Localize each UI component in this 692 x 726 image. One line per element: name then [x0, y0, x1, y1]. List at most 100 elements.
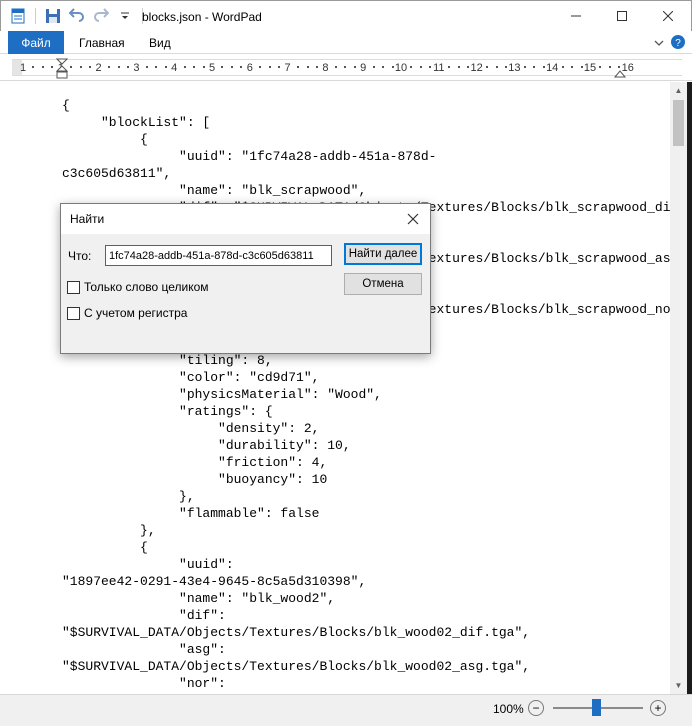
maximize-button[interactable] — [599, 1, 645, 31]
ruler-tick — [344, 66, 347, 68]
zoom-slider-thumb[interactable] — [592, 699, 601, 716]
ruler-tick — [580, 66, 583, 68]
ruler-number: 14 — [546, 62, 559, 74]
ruler-tick — [202, 66, 205, 68]
ruler-number: 10 — [394, 62, 408, 74]
ruler-tick — [297, 66, 300, 68]
ruler-tick — [51, 66, 54, 68]
minimize-button[interactable] — [553, 1, 599, 31]
ruler-tick — [164, 66, 167, 68]
ruler-tick — [382, 66, 385, 68]
ruler-tick — [448, 66, 451, 68]
ruler-tick — [457, 66, 460, 68]
checkbox-box[interactable] — [67, 306, 80, 320]
ruler-tick — [391, 66, 394, 68]
checkbox-box[interactable] — [67, 280, 80, 294]
ruler-tick — [372, 66, 375, 68]
ruler-number: 3 — [133, 62, 140, 74]
ruler-tick — [155, 66, 158, 68]
ruler-number: 1 — [19, 62, 27, 74]
cancel-button[interactable]: Отмена — [344, 273, 422, 295]
ruler-tick — [353, 66, 356, 68]
document-area[interactable]: { "blockList": [ { "uuid": "1fc74a28-add… — [8, 82, 670, 694]
vertical-scrollbar[interactable]: ▲ ▼ — [670, 82, 687, 694]
ruler-tick — [571, 66, 574, 68]
ruler-tick — [259, 66, 262, 68]
ruler-tick — [117, 66, 120, 68]
find-dialog: Найти Что: Найти далее Отмена Только сло… — [60, 203, 431, 354]
match-case-label: С учетом регистра — [84, 306, 188, 320]
zoom-level: 100% — [493, 702, 524, 716]
window-title: blocks.json - WordPad — [142, 10, 262, 24]
tab-home[interactable]: Главная — [79, 31, 125, 54]
help-icon[interactable]: ? — [670, 34, 686, 53]
ruler-area: 112345678910111213141516 — [0, 55, 692, 81]
scroll-up-icon[interactable]: ▲ — [670, 82, 687, 99]
ruler-tick — [315, 66, 318, 68]
redo-icon[interactable] — [92, 7, 110, 25]
ruler-number: 6 — [246, 62, 253, 74]
scroll-down-icon[interactable]: ▼ — [670, 677, 687, 694]
match-case-checkbox[interactable]: С учетом регистра — [67, 306, 187, 320]
ruler-tick — [41, 66, 44, 68]
document-text[interactable]: { "blockList": [ { "uuid": "1fc74a28-add… — [62, 97, 670, 692]
dialog-title: Найти — [70, 212, 105, 226]
ruler-tick — [32, 66, 35, 68]
ruler-tick — [221, 66, 224, 68]
quick-access-toolbar — [9, 7, 145, 25]
indent-marker-icon[interactable] — [56, 58, 68, 80]
status-bar: 100% − + — [0, 694, 692, 726]
window-controls — [553, 1, 691, 31]
find-next-button[interactable]: Найти далее — [344, 243, 422, 265]
scrollbar-thumb[interactable] — [673, 100, 684, 146]
background-window-edge — [687, 82, 692, 694]
dialog-title-bar[interactable]: Найти — [61, 204, 430, 234]
ruler-tick — [193, 66, 196, 68]
toolbar-separator — [35, 8, 36, 24]
ruler-number: 12 — [470, 62, 483, 74]
wordpad-app-icon[interactable] — [9, 7, 27, 25]
ruler-tick — [608, 66, 611, 68]
right-indent-marker-icon[interactable] — [614, 68, 626, 78]
close-icon — [663, 11, 673, 21]
ribbon-tabs: Файл Главная Вид ? — [0, 31, 692, 54]
whole-word-checkbox[interactable]: Только слово целиком — [67, 280, 209, 294]
ruler-tick — [599, 66, 602, 68]
ruler-tick — [504, 66, 507, 68]
dialog-close-button[interactable] — [404, 210, 422, 228]
ruler-tick — [429, 66, 432, 68]
ruler-tick — [419, 66, 422, 68]
chevron-down-icon[interactable] — [654, 37, 664, 51]
undo-icon[interactable] — [68, 7, 86, 25]
maximize-icon — [617, 11, 627, 21]
ruler-tick — [278, 66, 281, 68]
ruler[interactable]: 112345678910111213141516 — [12, 59, 682, 76]
tab-view[interactable]: Вид — [149, 31, 171, 54]
ruler-number: 9 — [360, 62, 367, 74]
customize-toolbar-icon[interactable] — [116, 7, 134, 25]
ruler-tick — [486, 66, 489, 68]
ruler-tick — [70, 66, 73, 68]
ruler-tick — [240, 66, 243, 68]
zoom-out-button[interactable]: − — [528, 700, 544, 716]
find-what-input[interactable] — [105, 245, 332, 266]
ruler-number: 8 — [322, 62, 329, 74]
minimize-icon — [571, 15, 581, 17]
save-icon[interactable] — [44, 7, 62, 25]
ruler-tick — [126, 66, 129, 68]
ruler-tick — [108, 66, 111, 68]
ruler-number: 5 — [208, 62, 216, 74]
close-button[interactable] — [645, 1, 691, 31]
ruler-tick — [183, 66, 186, 68]
ruler-tick — [306, 66, 309, 68]
ruler-tick — [410, 66, 413, 68]
tab-file[interactable]: Файл — [8, 31, 64, 54]
plus-icon: + — [654, 701, 662, 715]
svg-text:?: ? — [675, 38, 681, 49]
ruler-tick — [561, 66, 564, 68]
ruler-tick — [523, 66, 526, 68]
ruler-tick — [467, 66, 470, 68]
ruler-tick — [79, 66, 82, 68]
zoom-in-button[interactable]: + — [650, 700, 666, 716]
ruler-tick — [533, 66, 536, 68]
